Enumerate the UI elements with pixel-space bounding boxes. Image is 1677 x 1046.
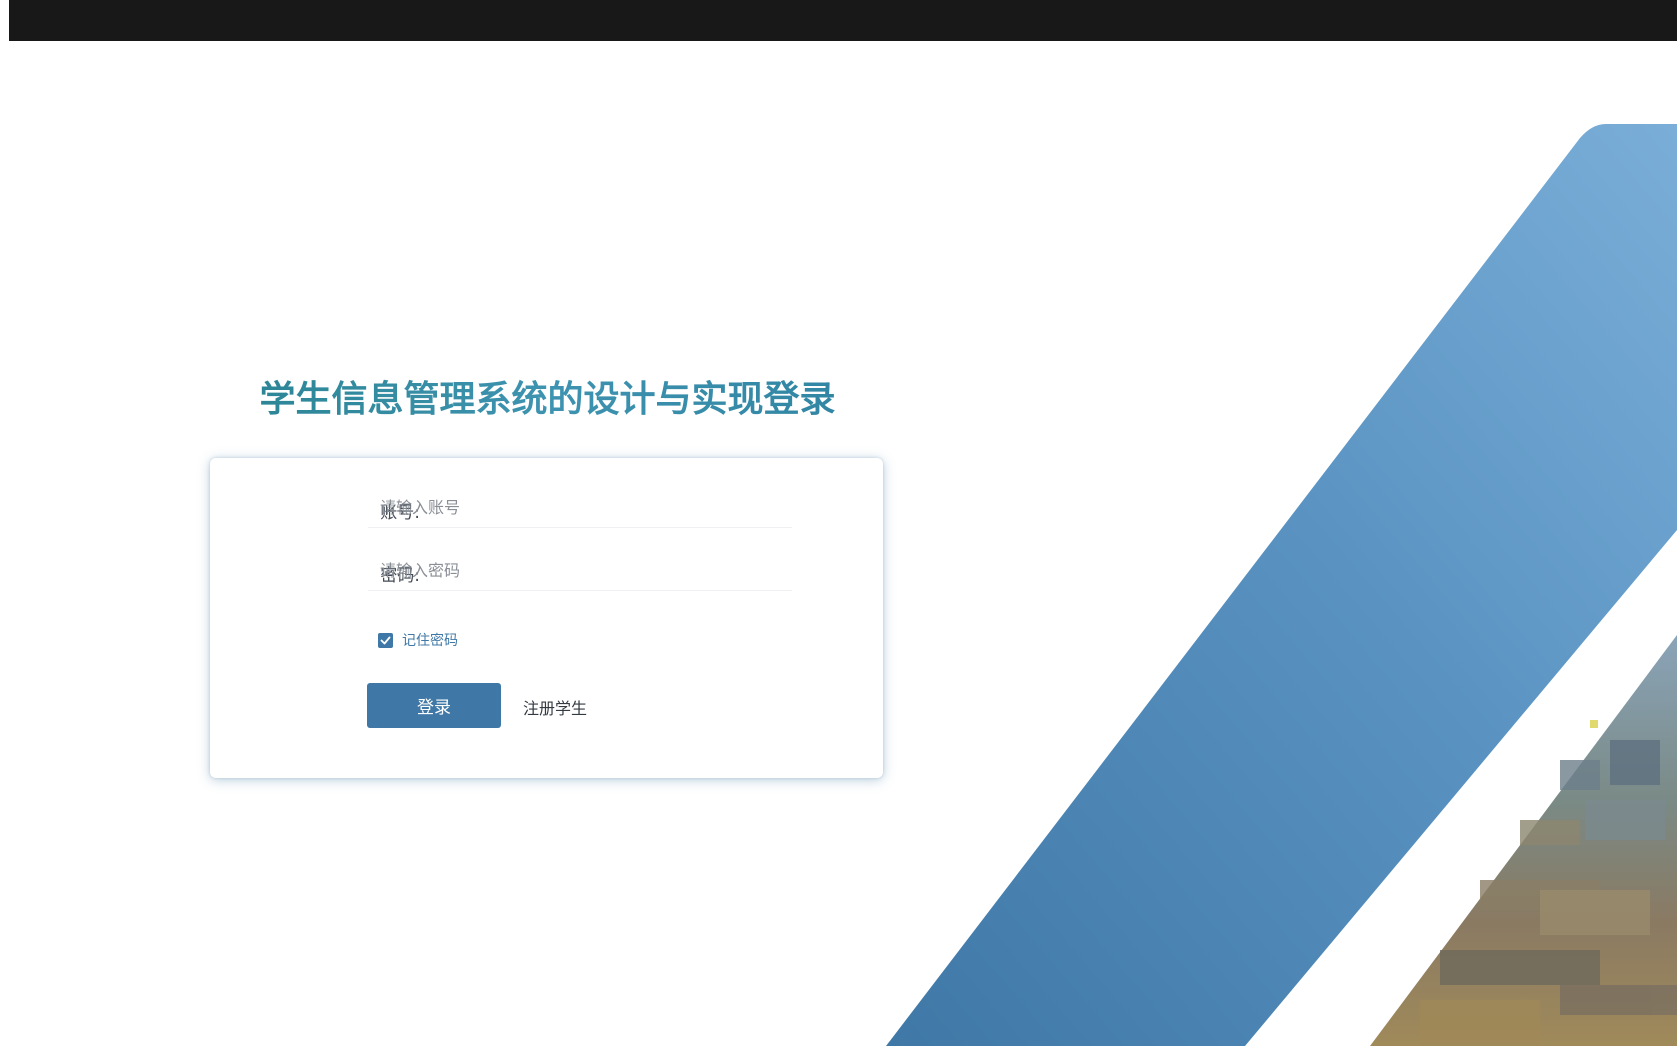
login-page: 学生信息管理系统的设计与实现登录 账号: 密码: 记住密码 登录 注册学生 bbox=[0, 0, 1677, 1046]
remember-password-label: 记住密码 bbox=[402, 633, 458, 649]
remember-password-checkbox[interactable] bbox=[378, 632, 393, 648]
checkmark-icon bbox=[380, 636, 391, 644]
remember-password-option[interactable]: 记住密码 bbox=[378, 630, 458, 650]
account-row: 账号: bbox=[210, 488, 883, 528]
register-student-link[interactable]: 注册学生 bbox=[523, 695, 587, 719]
login-card: 账号: 密码: 记住密码 登录 注册学生 bbox=[210, 458, 883, 778]
account-input[interactable] bbox=[368, 488, 792, 528]
page-title: 学生信息管理系统的设计与实现登录 bbox=[210, 370, 885, 422]
password-row: 密码: bbox=[210, 551, 883, 591]
password-input[interactable] bbox=[368, 551, 792, 591]
login-button[interactable]: 登录 bbox=[367, 683, 501, 728]
